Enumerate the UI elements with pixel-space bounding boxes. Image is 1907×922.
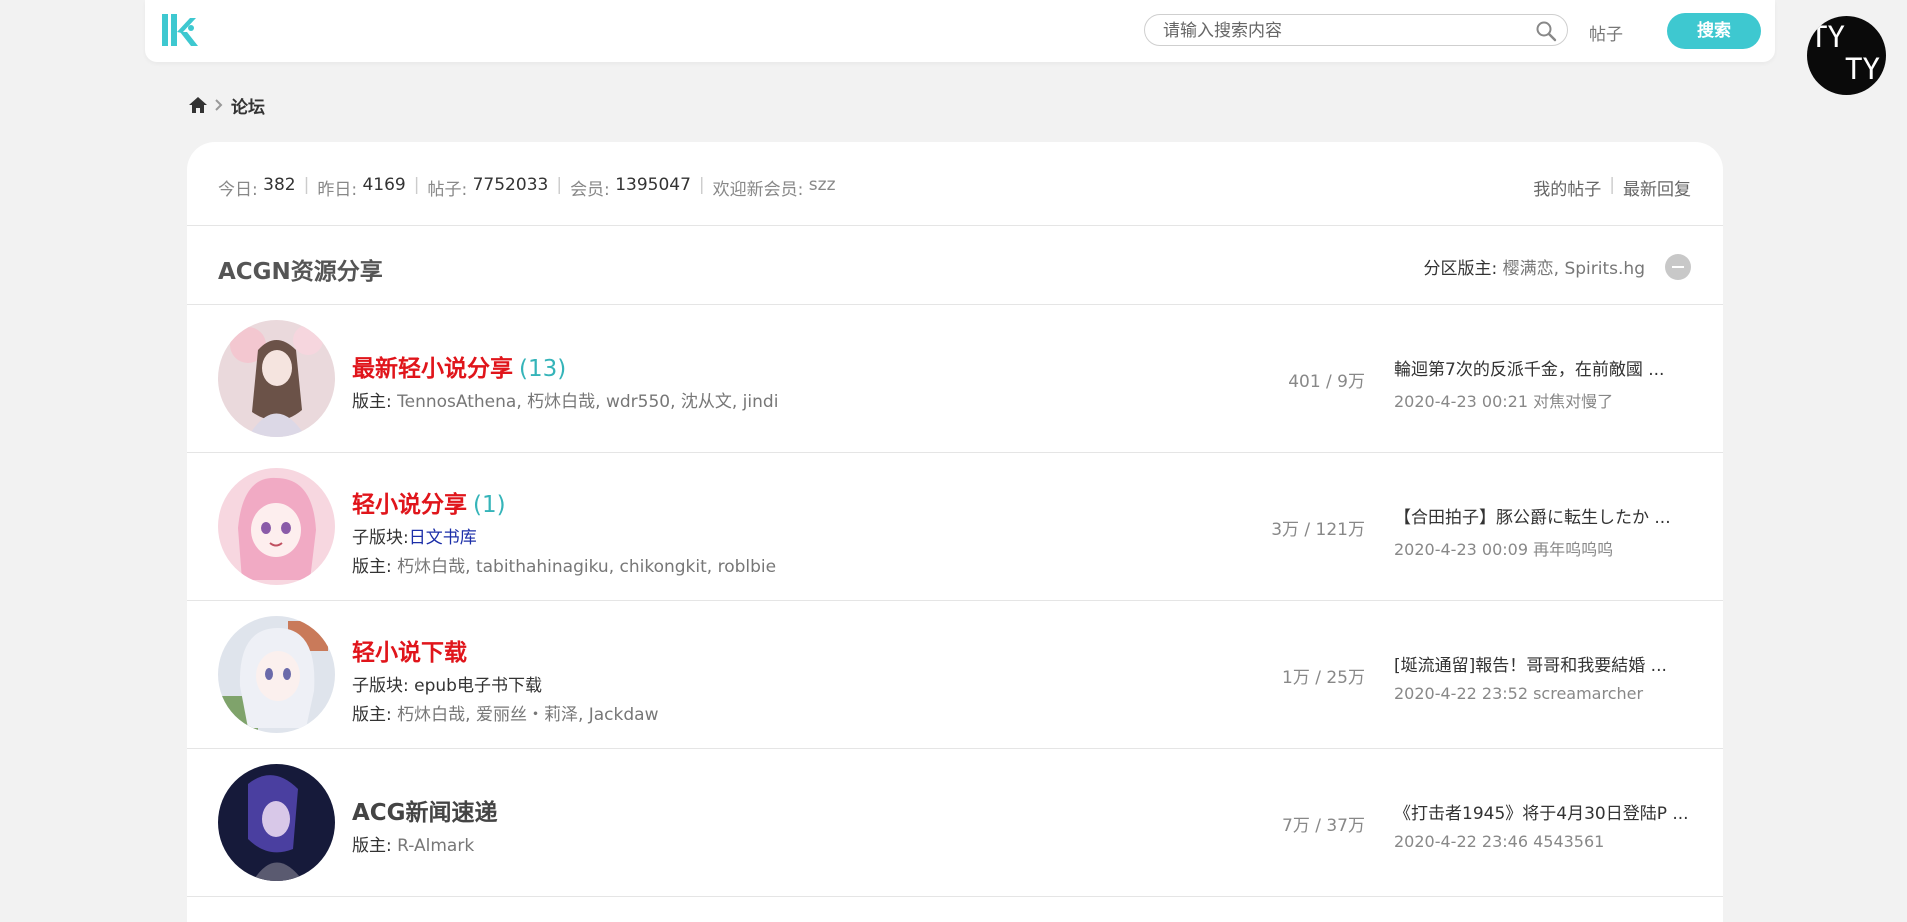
- forum-moderators-names[interactable]: 朽炑白哉, tabithahinagiku, chikongkit, roblb…: [397, 557, 776, 577]
- stat-welcome-member-link[interactable]: szz: [809, 175, 836, 200]
- subforum-link[interactable]: 日文书库: [409, 528, 477, 548]
- forum-moderators-label: 版主:: [352, 392, 392, 412]
- last-post-title-link[interactable]: 【合田拍子】豚公爵に転生したか ...: [1394, 503, 1714, 528]
- forum-subforums: 子版块: epub电子书下载: [352, 671, 659, 696]
- search-input[interactable]: [1161, 20, 1525, 42]
- stats-links: 我的帖子 | 最新回复: [1533, 175, 1691, 200]
- forum-name-link[interactable]: 最新轻小说分享 (13): [352, 349, 778, 383]
- forum-icon-light-novel-download[interactable]: [218, 616, 335, 733]
- forum-moderators-label: 版主:: [352, 705, 392, 725]
- my-posts-link[interactable]: 我的帖子: [1533, 175, 1601, 200]
- stat-welcome-label: 欢迎新会员:: [712, 180, 804, 200]
- section-moderators-label: 分区版主:: [1423, 259, 1498, 279]
- forum-moderators: 版主: 朽炑白哉, tabithahinagiku, chikongkit, r…: [352, 552, 776, 577]
- forum-row: 轻小说分享 (1) 子版块:日文书库 版主: 朽炑白哉, tabithahinag…: [187, 453, 1723, 601]
- home-icon[interactable]: [188, 95, 208, 115]
- site-logo-icon[interactable]: [160, 10, 200, 50]
- forum-moderators-label: 版主:: [352, 836, 392, 856]
- top-header: 帖子 搜索: [145, 0, 1775, 62]
- stat-today-value: 382: [263, 175, 296, 195]
- section-title[interactable]: ACGN资源分享: [218, 252, 383, 286]
- forum-moderators-names[interactable]: R-Almark: [397, 836, 474, 856]
- forum-icon-light-novel-latest[interactable]: [218, 320, 335, 437]
- avatar-text-line1: TY: [1810, 20, 1845, 54]
- subforum-link[interactable]: epub电子书下载: [414, 676, 542, 696]
- forum-info: 轻小说下载 子版块: epub电子书下载 版主: 朽炑白哉, 爱丽丝・莉泽, J…: [352, 633, 659, 725]
- forum-name[interactable]: 最新轻小说分享: [352, 356, 513, 382]
- divider: |: [556, 175, 563, 195]
- forum-name[interactable]: 轻小说分享: [352, 492, 467, 518]
- breadcrumb-current[interactable]: 论坛: [231, 93, 265, 118]
- divider: |: [1609, 175, 1615, 195]
- section-moderators-names[interactable]: 樱满恋, Spirits.hg: [1503, 259, 1645, 279]
- forum-last-post: 《打击者1945》将于4月30日登陆P ... 2020-4-22 23:46 …: [1394, 799, 1714, 851]
- forum-info: ACG新闻速递 版主: R-Almark: [352, 793, 498, 856]
- forum-name-link[interactable]: 轻小说分享 (1): [352, 485, 776, 519]
- last-post-title-link[interactable]: 輪迴第7次的反派千金，在前敵國 ...: [1394, 355, 1714, 380]
- user-avatar[interactable]: TY TY: [1807, 16, 1886, 95]
- last-post-meta[interactable]: 2020-4-22 23:52 screamarcher: [1394, 684, 1714, 703]
- search-button[interactable]: 搜索: [1667, 13, 1761, 49]
- forum-subforum-label: 子版块:: [352, 676, 409, 696]
- stat-posts-label: 帖子:: [427, 180, 468, 200]
- forum-icon-acg-news[interactable]: [218, 764, 335, 881]
- search-icon[interactable]: [1535, 20, 1557, 42]
- forum-topic-post-count: 3万 / 121万: [1271, 520, 1365, 540]
- search-box: [1144, 14, 1568, 46]
- divider: |: [413, 175, 420, 195]
- collapse-section-button[interactable]: [1665, 254, 1691, 280]
- latest-replies-link[interactable]: 最新回复: [1623, 175, 1691, 200]
- forum-moderators: 版主: 朽炑白哉, 爱丽丝・莉泽, Jackdaw: [352, 700, 659, 725]
- last-post-title-link[interactable]: 《打击者1945》将于4月30日登陆P ...: [1394, 799, 1714, 824]
- forum-info: 最新轻小说分享 (13) 版主: TennosAthena, 朽炑白哉, wdr5…: [352, 349, 778, 412]
- stats-bar: 今日: 382 | 昨日: 4169 | 帖子: 7752033 | 会员: 1…: [187, 142, 1723, 226]
- forum-name[interactable]: 轻小说下载: [352, 640, 467, 666]
- forum-topic-post-count: 7万 / 37万: [1282, 816, 1365, 836]
- forum-row: 最新轻小说分享 (13) 版主: TennosAthena, 朽炑白哉, wdr5…: [187, 305, 1723, 453]
- forum-moderators: 版主: R-Almark: [352, 831, 498, 856]
- last-post-title-link[interactable]: [埏流通留]報告！哥哥和我要結婚 ...: [1394, 651, 1714, 676]
- forum-name-link[interactable]: ACG新闻速递: [352, 793, 498, 827]
- section-header: ACGN资源分享 分区版主: 樱满恋, Spirits.hg: [187, 226, 1723, 305]
- forum-moderators: 版主: TennosAthena, 朽炑白哉, wdr550, 沈从文, jin…: [352, 387, 778, 412]
- divider: |: [698, 175, 705, 195]
- last-post-meta[interactable]: 2020-4-23 00:21 对焦对慢了: [1394, 388, 1714, 412]
- section-moderators: 分区版主: 樱满恋, Spirits.hg: [1424, 254, 1645, 279]
- forum-subforum-label: 子版块:: [352, 528, 409, 548]
- forum-subforums: 子版块:日文书库: [352, 523, 776, 548]
- forum-last-post: 輪迴第7次的反派千金，在前敵國 ... 2020-4-23 00:21 对焦对慢…: [1394, 355, 1714, 412]
- forum-moderators-label: 版主:: [352, 557, 392, 577]
- stat-yesterday-value: 4169: [362, 175, 406, 195]
- forum-moderators-names[interactable]: TennosAthena, 朽炑白哉, wdr550, 沈从文, jindi: [397, 392, 778, 412]
- forum-topic-post-count: 401 / 9万: [1288, 372, 1365, 392]
- forum-row: 轻小说下载 子版块: epub电子书下载 版主: 朽炑白哉, 爱丽丝・莉泽, J…: [187, 601, 1723, 749]
- forum-last-post: [埏流通留]報告！哥哥和我要結婚 ... 2020-4-22 23:52 scr…: [1394, 651, 1714, 703]
- stat-members-label: 会员:: [570, 180, 610, 200]
- stat-posts-value: 7752033: [472, 175, 549, 195]
- last-post-meta[interactable]: 2020-4-22 23:46 4543561: [1394, 832, 1714, 851]
- forum-last-post: 【合田拍子】豚公爵に転生したか ... 2020-4-23 00:09 再年呜呜…: [1394, 503, 1714, 560]
- forum-stats: 今日: 382 | 昨日: 4169 | 帖子: 7752033 | 会员: 1…: [218, 175, 836, 200]
- stat-today-label: 今日:: [218, 180, 258, 200]
- forum-card: 今日: 382 | 昨日: 4169 | 帖子: 7752033 | 会员: 1…: [187, 142, 1723, 922]
- last-post-meta[interactable]: 2020-4-23 00:09 再年呜呜呜: [1394, 536, 1714, 560]
- stat-members-value: 1395047: [615, 175, 691, 195]
- forum-moderators-names[interactable]: 朽炑白哉, 爱丽丝・莉泽, Jackdaw: [397, 705, 658, 725]
- forum-info: 轻小说分享 (1) 子版块:日文书库 版主: 朽炑白哉, tabithahinag…: [352, 485, 776, 577]
- forum-new-count: (1): [473, 492, 506, 518]
- forum-name-link[interactable]: 轻小说下载: [352, 633, 659, 667]
- chevron-right-icon: [215, 99, 223, 111]
- forum-row: ACG新闻速递 版主: R-Almark 7万 / 37万 《打击者1945》将…: [187, 749, 1723, 897]
- divider: |: [303, 175, 310, 195]
- forum-name[interactable]: ACG新闻速递: [352, 800, 498, 826]
- stat-yesterday-label: 昨日:: [317, 180, 358, 200]
- search-type-posts-link[interactable]: 帖子: [1589, 20, 1623, 45]
- avatar-text-line2: TY: [1845, 52, 1880, 86]
- forum-new-count: (13): [519, 356, 567, 382]
- forum-topic-post-count: 1万 / 25万: [1282, 668, 1365, 688]
- forum-icon-light-novel-share[interactable]: [218, 468, 335, 585]
- breadcrumb: 论坛: [188, 93, 265, 118]
